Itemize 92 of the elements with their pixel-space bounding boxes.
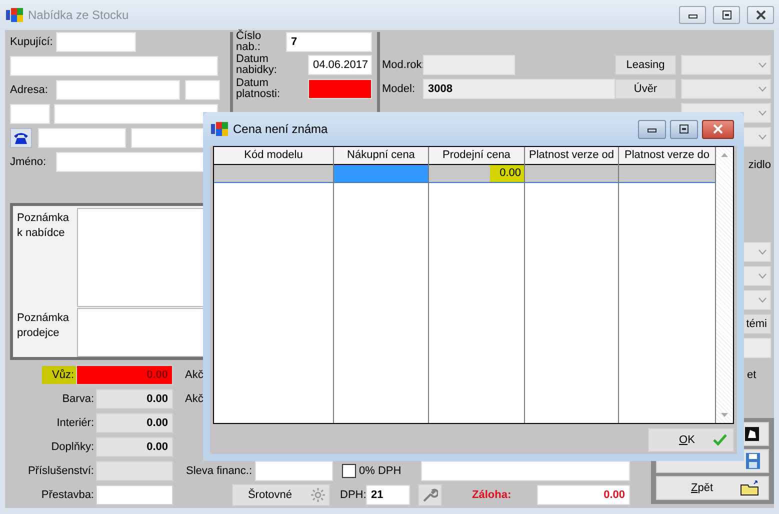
close-icon [754,9,766,21]
field-label: Sleva financ.: [186,465,254,477]
field-label: Akč [185,393,204,405]
maximize-icon [720,9,732,21]
field-label: Číslo nab.: [236,31,262,53]
field-label: Akč [185,369,204,381]
finance-button[interactable]: Úvěr [615,79,676,99]
field-label: zidlo [748,159,771,171]
field-label: Datum nabidky: [236,54,278,76]
field-label: et [747,369,758,381]
table-cell[interactable] [214,165,333,183]
column-header[interactable]: Prodejní cena [429,147,524,165]
close-button[interactable] [747,6,774,24]
chevron-icon [758,86,767,92]
scrap-button[interactable]: Šrotovné [232,484,330,506]
scrollbar[interactable] [716,147,733,423]
field-label: Záloha: [472,489,512,501]
table-cell[interactable] [619,165,715,183]
finance-button[interactable]: Leasing [615,55,676,75]
chevron-icon [758,134,767,140]
document-icon [744,426,760,442]
field-label: Kupující: [10,36,54,48]
input-field[interactable] [56,32,136,52]
input-field[interactable] [54,104,218,124]
dropdown[interactable] [681,79,771,99]
table-cell[interactable] [525,165,618,183]
ok-button[interactable]: OK [648,428,734,452]
field-label: Vůz: [42,366,76,384]
input-field[interactable] [38,128,126,148]
chevron-icon [758,110,767,116]
minimize-button[interactable] [679,6,706,24]
column-header[interactable]: Platnost verze do [619,147,715,165]
dropdown[interactable] [681,55,771,75]
down-arrow-icon [721,413,728,417]
field-label: Mod.rok: [382,59,423,71]
input-field[interactable] [56,80,180,100]
input-field[interactable] [185,80,220,100]
field-label: Poznámka k nabídce [17,211,70,241]
input-field[interactable] [423,55,515,75]
chevron-icon [758,249,767,255]
input-field[interactable] [308,79,372,99]
input-field[interactable]: 21 [366,485,410,505]
input-field[interactable] [10,104,50,124]
up-arrow-icon [721,153,728,157]
input-field[interactable] [255,461,333,481]
save-icon [746,453,760,469]
gear-icon [310,487,326,503]
input-field[interactable] [10,56,218,76]
input-field[interactable]: 7 [286,32,372,52]
field-label: DPH: [340,489,366,501]
window-logo-icon [6,7,24,23]
check-icon [713,434,727,446]
field-label: Poznámka prodejce [17,311,70,342]
field-label: Doplňky: [50,441,95,453]
field-label: Datum platnosti: [236,78,282,100]
chevron-icon [758,297,767,303]
close-button[interactable] [702,120,734,138]
field-label: Adresa: [10,84,49,96]
checkbox[interactable] [342,464,356,478]
checkbox-label: 0% DPH [359,465,402,477]
close-icon [712,123,724,135]
field-label: Přestavba: [40,489,95,501]
field-label: Příslušenství: [26,465,95,477]
column-header[interactable]: Platnost verze od [525,147,618,165]
input-field[interactable] [421,461,630,481]
column-header[interactable]: Kód modelu [214,147,333,165]
field-label: Jméno: [10,156,48,168]
input-field[interactable]: 04.06.2017 [308,55,372,75]
table-cell[interactable]: 0.00 [429,165,524,183]
field-label: Model: [382,83,416,95]
chevron-icon [758,273,767,279]
folder-icon [740,480,760,496]
maximize-button[interactable] [670,120,698,138]
window-title: Nabídka ze Stocku [28,8,129,22]
wrench-button[interactable] [418,484,442,506]
field-label: Interiér: [56,417,95,429]
chevron-icon [758,62,767,68]
minimize-button[interactable] [638,120,666,138]
field-label: Barva: [61,393,95,405]
dialog-title: Cena není známa [233,122,328,136]
table-cell[interactable] [334,165,428,183]
back-button[interactable]: Zpět [656,476,769,500]
phone-icon [13,131,29,145]
column-header[interactable]: Nákupní cena [334,147,428,165]
input-field[interactable]: 0.00 [537,485,630,505]
maximize-button[interactable] [713,6,740,24]
input-field[interactable] [96,485,173,505]
maximize-icon [678,123,690,135]
wrench-icon [422,487,438,503]
input-field[interactable]: 3008 [423,79,615,99]
phone-button[interactable] [10,128,32,148]
window-logo-icon [211,121,229,137]
